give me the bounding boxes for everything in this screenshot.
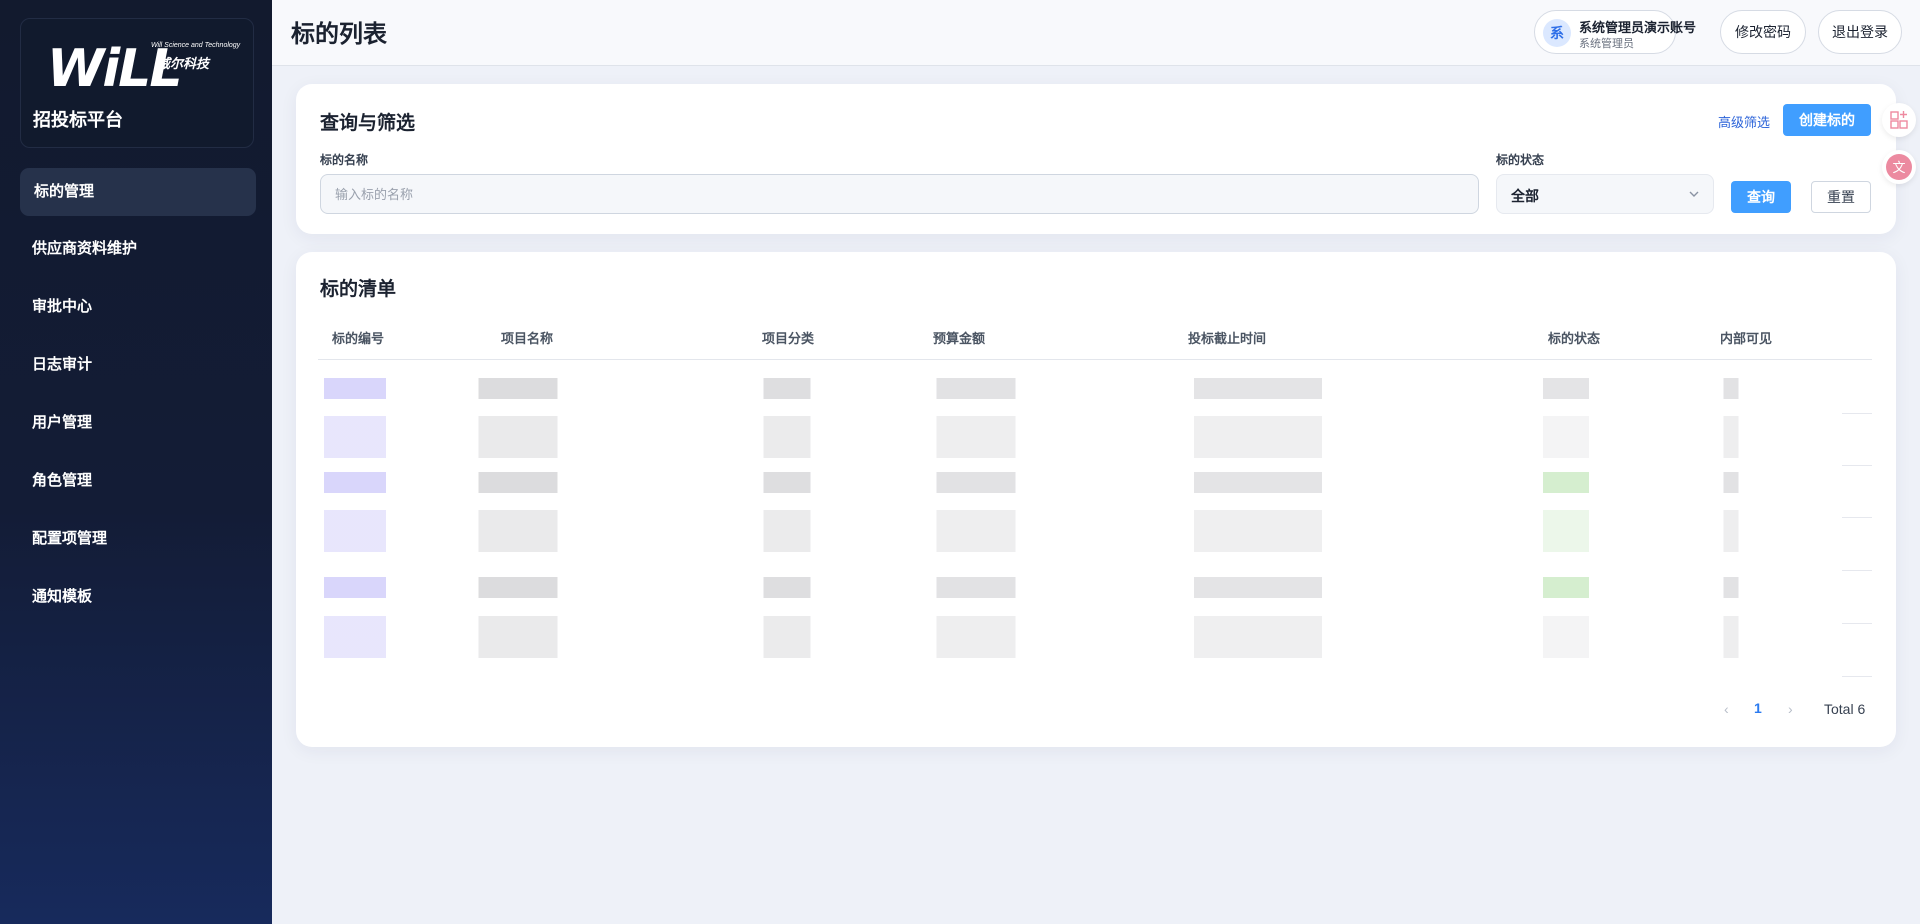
query-button[interactable]: 查询 <box>1731 181 1791 213</box>
redacted-cell <box>1721 510 1741 552</box>
logout-button[interactable]: 退出登录 <box>1818 10 1902 54</box>
sidebar: WiLL Will Science and Technology 威尔科技 招投… <box>0 0 272 924</box>
column-header-id[interactable]: 标的编号 <box>332 328 384 347</box>
row-divider <box>1842 676 1872 677</box>
redacted-cell <box>1174 378 1342 399</box>
status-select-value: 全部 <box>1511 188 1539 204</box>
redacted-cell <box>314 416 396 458</box>
redacted-cell <box>466 510 570 552</box>
avatar: 系 <box>1543 19 1571 47</box>
column-header-deadline[interactable]: 投标截止时间 <box>1188 328 1266 347</box>
redacted-cell <box>1721 416 1741 458</box>
sidebar-item-approval-center[interactable]: 审批中心 <box>20 283 256 331</box>
row-divider <box>1842 465 1872 466</box>
sidebar-item-role-management[interactable]: 角色管理 <box>20 457 256 505</box>
redacted-cell <box>466 416 570 458</box>
sidebar-item-target-management[interactable]: 标的管理 <box>20 168 256 216</box>
svg-text:文: 文 <box>1892 161 1905 176</box>
redacted-cell <box>756 616 818 658</box>
reset-button[interactable]: 重置 <box>1811 181 1871 213</box>
user-role: 系统管理员 <box>1579 38 1634 50</box>
column-header-category[interactable]: 项目分类 <box>762 328 814 347</box>
redacted-cell <box>924 577 1028 598</box>
sidebar-item-user-management[interactable]: 用户管理 <box>20 399 256 447</box>
row-divider <box>1842 413 1872 414</box>
pagination-page-1[interactable]: 1 <box>1754 700 1762 716</box>
redacted-cell <box>1721 472 1741 493</box>
redacted-cell <box>1536 472 1596 493</box>
redacted-cell <box>1721 577 1741 598</box>
sidebar-item-notification-templates[interactable]: 通知模板 <box>20 573 256 621</box>
redacted-cell <box>924 378 1028 399</box>
sidebar-item-config-management[interactable]: 配置项管理 <box>20 515 256 563</box>
platform-name: 招投标平台 <box>33 110 123 130</box>
table-card: 标的清单 标的编号 项目名称 项目分类 预算金额 投标截止时间 标的状态 内部可… <box>296 252 1896 747</box>
row-divider <box>1842 570 1872 571</box>
column-header-project-name[interactable]: 项目名称 <box>501 328 553 347</box>
sidebar-item-log-audit[interactable]: 日志审计 <box>20 341 256 389</box>
redacted-cell <box>1721 378 1741 399</box>
pagination-total: Total 6 <box>1824 701 1866 717</box>
status-select[interactable]: 全部 <box>1496 174 1714 214</box>
redacted-cell <box>1536 378 1596 399</box>
redacted-cell <box>756 416 818 458</box>
column-header-status[interactable]: 标的状态 <box>1548 328 1600 347</box>
redacted-cell <box>314 378 396 399</box>
redacted-cell <box>314 577 396 598</box>
table-card-title: 标的清单 <box>320 279 397 300</box>
pagination-prev-button[interactable]: ‹ <box>1724 701 1729 717</box>
chevron-down-icon <box>1689 191 1699 197</box>
redacted-cell <box>1174 616 1342 658</box>
row-divider <box>1842 517 1872 518</box>
translate-icon[interactable]: 文 <box>1882 150 1916 184</box>
column-header-internal-visible[interactable]: 内部可见 <box>1720 328 1772 347</box>
redacted-cell <box>466 616 570 658</box>
column-header-budget[interactable]: 预算金额 <box>933 328 985 347</box>
table-header-divider <box>318 359 1872 360</box>
redacted-cell <box>314 472 396 493</box>
redacted-cell <box>314 616 396 658</box>
redacted-cell <box>1174 510 1342 552</box>
row-divider <box>1842 623 1872 624</box>
pagination-next-button[interactable]: › <box>1788 701 1793 717</box>
change-password-button[interactable]: 修改密码 <box>1720 10 1806 54</box>
logo-chinese-name: 威尔科技 <box>157 56 210 71</box>
redacted-cell <box>1174 416 1342 458</box>
create-target-button[interactable]: 创建标的 <box>1783 104 1871 136</box>
redacted-cell <box>756 510 818 552</box>
user-chip[interactable]: 系 系统管理员演示账号 系统管理员 <box>1534 10 1696 54</box>
target-name-input[interactable] <box>320 174 1479 214</box>
filter-card-title: 查询与筛选 <box>320 113 416 134</box>
name-field-label: 标的名称 <box>320 153 369 167</box>
redacted-cell <box>314 510 396 552</box>
page-title: 标的列表 <box>291 21 387 48</box>
redacted-cell <box>1536 416 1596 458</box>
company-logo: WiLL Will Science and Technology 威尔科技 <box>47 37 240 99</box>
redacted-cell <box>756 472 818 493</box>
redacted-cell <box>1174 577 1342 598</box>
redacted-cell <box>1536 616 1596 658</box>
redacted-cell <box>924 510 1028 552</box>
user-name: 系统管理员演示账号 <box>1579 20 1697 35</box>
apps-add-icon[interactable] <box>1882 103 1916 137</box>
redacted-cell <box>1536 510 1596 552</box>
brand-panel: WiLL Will Science and Technology 威尔科技 招投… <box>20 18 254 148</box>
logo-subtitle: Will Science and Technology <box>151 42 241 49</box>
redacted-cell <box>466 378 570 399</box>
status-field-label: 标的状态 <box>1496 153 1545 167</box>
redacted-cell <box>756 577 818 598</box>
redacted-cell <box>924 416 1028 458</box>
advanced-filter-link[interactable]: 高级筛选 <box>1718 112 1770 131</box>
redacted-cell <box>924 616 1028 658</box>
redacted-cell <box>1721 616 1741 658</box>
redacted-cell <box>924 472 1028 493</box>
redacted-cell <box>1174 472 1342 493</box>
sidebar-item-supplier-info[interactable]: 供应商资料维护 <box>20 225 256 273</box>
redacted-cell <box>1536 577 1596 598</box>
redacted-cell <box>466 577 570 598</box>
top-header: 标的列表 系 系统管理员演示账号 系统管理员 修改密码 退出登录 <box>272 0 1920 66</box>
redacted-cell <box>466 472 570 493</box>
redacted-cell <box>756 378 818 399</box>
filter-card: 查询与筛选 高级筛选 创建标的 标的名称 标的状态 全部 查询 重置 <box>296 84 1896 234</box>
